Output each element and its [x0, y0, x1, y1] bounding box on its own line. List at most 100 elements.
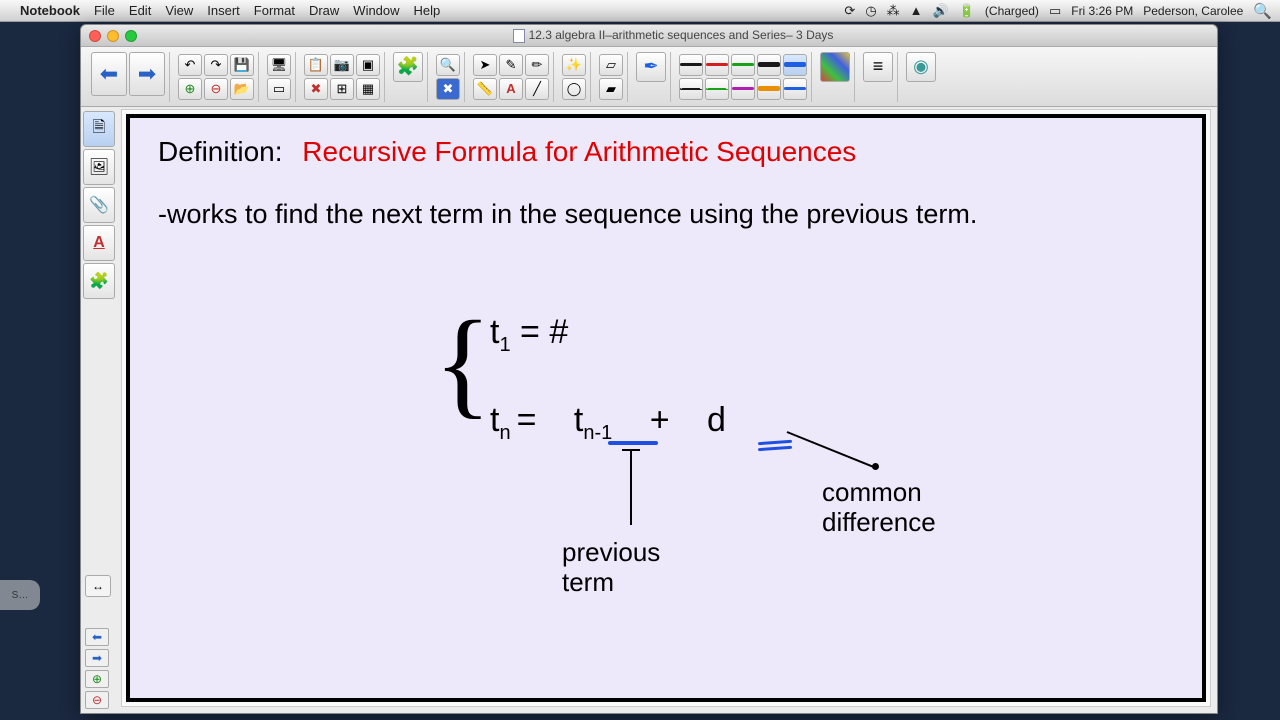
formula-line-1: t1 = #: [490, 313, 726, 357]
open-button[interactable]: 📂: [230, 78, 254, 100]
properties-tab[interactable]: A: [83, 225, 115, 261]
pen-style-4[interactable]: [757, 54, 781, 76]
slide-canvas[interactable]: Definition: Recursive Formula for Arithm…: [121, 109, 1211, 707]
next-page-button[interactable]: ➡: [129, 52, 165, 96]
screen-shade-button[interactable]: ▭: [267, 78, 291, 100]
blue-double-line-icon: [758, 441, 792, 453]
menu-format[interactable]: Format: [254, 3, 295, 18]
line-tool-button[interactable]: ╱: [525, 78, 549, 100]
page-sorter-tab[interactable]: 🗎: [83, 111, 115, 147]
bluetooth-icon[interactable]: ⁂: [887, 3, 900, 19]
menu-file[interactable]: File: [94, 3, 115, 18]
delete-page-button[interactable]: ⊖: [204, 78, 228, 100]
pen-style-9[interactable]: [757, 78, 781, 100]
attachments-tab[interactable]: 📎: [83, 187, 115, 223]
close-window-button[interactable]: [89, 30, 101, 42]
menu-window[interactable]: Window: [353, 3, 399, 18]
color-picker-button[interactable]: [820, 52, 850, 82]
pen-style-5[interactable]: [783, 54, 807, 76]
side-tabs: 🗎 🖼 📎 A 🧩: [81, 109, 117, 301]
window-controls: [89, 30, 137, 42]
gallery-button[interactable]: 🔍: [436, 54, 460, 76]
zoom-window-button[interactable]: [125, 30, 137, 42]
active-pen-button[interactable]: ✒: [636, 52, 666, 82]
menubar-user[interactable]: Pederson, Carolee: [1143, 4, 1243, 18]
definition-line: Definition: Recursive Formula for Arithm…: [158, 136, 1174, 168]
tn-sub: n: [499, 422, 510, 444]
wifi-icon[interactable]: ▲: [910, 3, 923, 18]
arrow-line-prev: [630, 449, 632, 525]
menu-draw[interactable]: Draw: [309, 3, 339, 18]
add-page-button[interactable]: ⊕: [178, 78, 202, 100]
menu-edit[interactable]: Edit: [129, 3, 151, 18]
mac-menubar: Notebook File Edit View Insert Format Dr…: [0, 0, 1280, 22]
insert-grid-button[interactable]: ▦: [356, 78, 380, 100]
fill-button[interactable]: ▰: [599, 78, 623, 100]
mini-prev-button[interactable]: ⬅: [85, 628, 109, 646]
eraser-button[interactable]: ▱: [599, 54, 623, 76]
close-tool-button[interactable]: ✖: [436, 78, 460, 100]
delete-button[interactable]: ✖: [304, 78, 328, 100]
prev-page-button[interactable]: ⬅: [91, 52, 127, 96]
clock-icon[interactable]: ◷: [865, 3, 876, 19]
volume-icon[interactable]: 🔊: [933, 3, 949, 19]
dock-peek[interactable]: S…: [0, 580, 40, 610]
slide-content: Definition: Recursive Formula for Arithm…: [126, 114, 1206, 702]
app-menu[interactable]: Notebook: [20, 3, 80, 18]
insert-table-button[interactable]: ⊞: [330, 78, 354, 100]
record-button[interactable]: ◉: [906, 52, 936, 82]
pen-style-1[interactable]: [679, 54, 703, 76]
camera-button[interactable]: 📷: [330, 54, 354, 76]
window-titlebar[interactable]: 12.3 algebra II–arithmetic sequences and…: [81, 25, 1217, 47]
spotlight-icon[interactable]: 🔍: [1253, 2, 1272, 20]
save-button[interactable]: 💾: [230, 54, 254, 76]
tn1-sub: n-1: [583, 422, 612, 444]
expand-panel-button[interactable]: ↔: [85, 575, 111, 597]
t1-rest: = #: [511, 313, 569, 351]
shape-recognition-button[interactable]: ◯: [562, 78, 586, 100]
active-pen-group: ✒: [632, 52, 671, 102]
ruler-button[interactable]: 📏: [473, 78, 497, 100]
menu-insert[interactable]: Insert: [207, 3, 240, 18]
select-tool-button[interactable]: ➤: [473, 54, 497, 76]
menu-view[interactable]: View: [165, 3, 193, 18]
pen-style-7[interactable]: [705, 78, 729, 100]
sync-icon[interactable]: ⟳: [844, 3, 855, 19]
magic-pen-button[interactable]: ✨: [562, 54, 586, 76]
redo-button[interactable]: ↷: [204, 54, 228, 76]
menu-help[interactable]: Help: [414, 3, 441, 18]
pen-tool-button[interactable]: ✎: [499, 54, 523, 76]
t1-sub: 1: [499, 334, 510, 356]
addons-tab[interactable]: 🧩: [83, 263, 115, 299]
display-icon[interactable]: ▭: [1049, 3, 1061, 19]
pen-style-2[interactable]: [705, 54, 729, 76]
props-group: ≡: [859, 52, 898, 102]
gallery-tab[interactable]: 🖼: [83, 149, 115, 185]
mini-add-page-button[interactable]: ⊕: [85, 670, 109, 688]
pen-style-10[interactable]: [783, 78, 807, 100]
formula-line-2: tn= tn-1 + d: [490, 401, 726, 445]
color-group: [816, 52, 855, 102]
paste-button[interactable]: 📋: [304, 54, 328, 76]
eraser-group: ▱ ▰: [595, 52, 628, 102]
menubar-clock[interactable]: Fri 3:26 PM: [1071, 4, 1133, 18]
mini-delete-page-button[interactable]: ⊖: [85, 691, 109, 709]
clipboard-group: 📋 📷 ▣ ✖ ⊞ ▦: [300, 52, 385, 102]
creative-pen-button[interactable]: ✏: [525, 54, 549, 76]
text-tool-button[interactable]: A: [499, 78, 523, 100]
pen-style-6[interactable]: [679, 78, 703, 100]
annotation-previous-term: previous term: [562, 538, 660, 598]
pen-style-8[interactable]: [731, 78, 755, 100]
document-camera-button[interactable]: ▣: [356, 54, 380, 76]
screen-capture-button[interactable]: 🖥: [267, 54, 291, 76]
battery-icon[interactable]: 🔋: [959, 3, 975, 19]
undo-button[interactable]: ↶: [178, 54, 202, 76]
line-properties-button[interactable]: ≡: [863, 52, 893, 82]
pen-style-3[interactable]: [731, 54, 755, 76]
tn1-t: t: [574, 401, 583, 439]
smart-response-button[interactable]: 🧩: [393, 52, 423, 82]
file-group: ↶ ↷ 💾 ⊕ ⊖ 📂: [174, 52, 259, 102]
mini-next-button[interactable]: ➡: [85, 649, 109, 667]
document-icon: [513, 29, 525, 43]
minimize-window-button[interactable]: [107, 30, 119, 42]
